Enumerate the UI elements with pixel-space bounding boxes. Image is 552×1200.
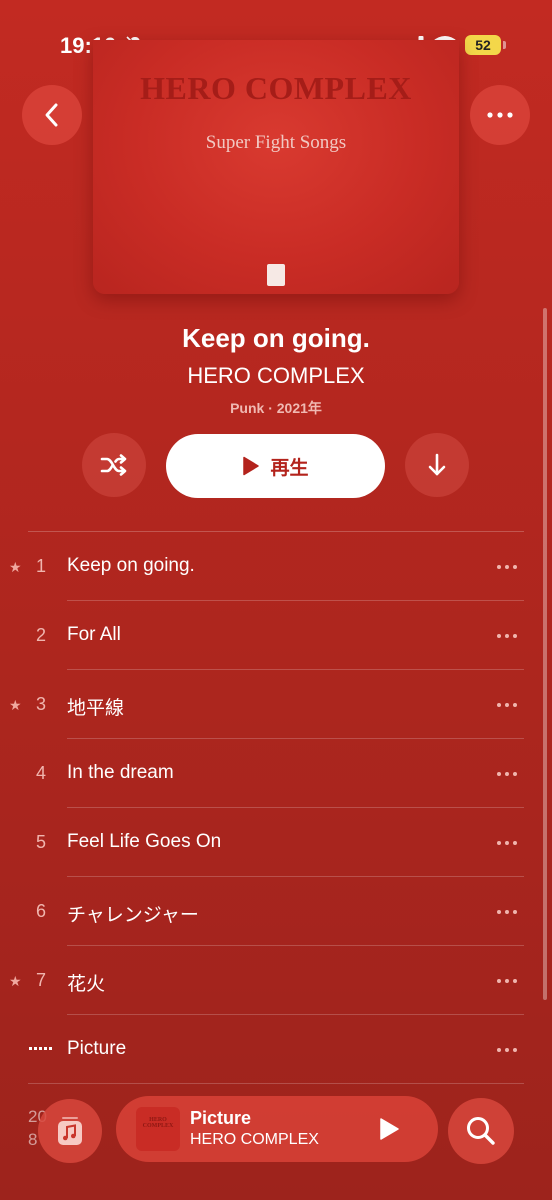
mini-player[interactable]: HERO COMPLEX Picture HERO COMPLEX <box>116 1096 438 1162</box>
music-library-icon <box>58 1117 82 1145</box>
track-row[interactable]: 6 チャレンジャー <box>0 877 552 946</box>
album-artwork: HERO COMPLEX Super Fight Songs <box>93 40 459 294</box>
mini-player-artwork: HERO COMPLEX <box>136 1107 180 1151</box>
artwork-label-logo <box>267 264 285 286</box>
more-options-button[interactable] <box>470 85 530 145</box>
back-button[interactable] <box>22 85 82 145</box>
library-button[interactable] <box>38 1099 102 1163</box>
ellipsis-icon <box>487 112 513 118</box>
album-title: Keep on going. <box>182 323 370 353</box>
track-title: For All <box>67 624 121 645</box>
artist-name[interactable]: HERO COMPLEX <box>0 363 552 389</box>
track-number: 4 <box>35 763 46 783</box>
favorite-star-icon: ★ <box>9 559 22 575</box>
track-number: 6 <box>35 901 46 921</box>
track-more-icon[interactable] <box>496 771 518 777</box>
arrow-down-icon <box>428 453 446 476</box>
track-list: ★ 1 Keep on going. 2 For All ★ 3 地平線 4 I… <box>0 532 552 1084</box>
track-more-icon[interactable] <box>496 633 518 639</box>
track-number: 5 <box>35 832 46 852</box>
scrollbar[interactable] <box>543 308 547 1000</box>
track-title: チャレンジャー <box>67 905 199 926</box>
play-button-label: 再生 <box>270 457 309 479</box>
track-number: 2 <box>35 625 46 645</box>
play-icon <box>243 456 260 476</box>
track-title: 花火 <box>67 974 106 995</box>
track-row[interactable]: ★ 7 花火 <box>0 946 552 1015</box>
track-title: Keep on going. <box>67 555 195 576</box>
favorite-star-icon: ★ <box>9 973 22 989</box>
favorite-star-icon: ★ <box>9 697 22 713</box>
play-button[interactable]: 再生 <box>166 434 385 498</box>
track-more-icon[interactable] <box>496 909 518 915</box>
track-number: 3 <box>35 694 46 714</box>
track-more-icon[interactable] <box>496 1047 518 1053</box>
battery-indicator: 52 <box>465 35 501 55</box>
track-row-now-playing[interactable]: Picture <box>0 1015 552 1084</box>
mini-play-icon[interactable] <box>374 1115 402 1143</box>
track-more-icon[interactable] <box>496 978 518 984</box>
track-more-icon[interactable] <box>496 702 518 708</box>
track-row[interactable]: 4 In the dream <box>0 739 552 808</box>
mini-player-artist: HERO COMPLEX <box>190 1131 319 1148</box>
track-row[interactable]: ★ 1 Keep on going. <box>0 532 552 601</box>
download-button[interactable] <box>405 433 469 497</box>
search-button[interactable] <box>448 1098 514 1164</box>
chevron-left-icon <box>45 103 58 127</box>
track-separator <box>28 1083 524 1084</box>
artwork-title: HERO COMPLEX <box>140 70 412 106</box>
track-title: 地平線 <box>67 698 125 719</box>
track-more-icon[interactable] <box>496 564 518 570</box>
shuffle-button[interactable] <box>82 433 146 497</box>
album-meta: Punk · 2021年 <box>230 400 322 416</box>
track-number: 7 <box>35 970 46 990</box>
track-more-icon[interactable] <box>496 840 518 846</box>
track-row[interactable]: 5 Feel Life Goes On <box>0 808 552 877</box>
mini-artwork-title: HERO COMPLEX <box>142 1117 174 1129</box>
track-row[interactable]: ★ 3 地平線 <box>0 670 552 739</box>
search-icon <box>467 1117 495 1145</box>
track-title: Picture <box>67 1038 127 1059</box>
artwork-subtitle: Super Fight Songs <box>205 132 347 153</box>
battery-cap <box>503 41 506 49</box>
shuffle-icon <box>100 454 127 476</box>
mini-player-title: Picture <box>190 1108 252 1128</box>
now-playing-indicator-icon <box>29 1047 52 1050</box>
track-title: Feel Life Goes On <box>67 831 222 852</box>
track-row[interactable]: 2 For All <box>0 601 552 670</box>
track-title: In the dream <box>67 762 174 783</box>
track-number: 1 <box>35 556 46 576</box>
